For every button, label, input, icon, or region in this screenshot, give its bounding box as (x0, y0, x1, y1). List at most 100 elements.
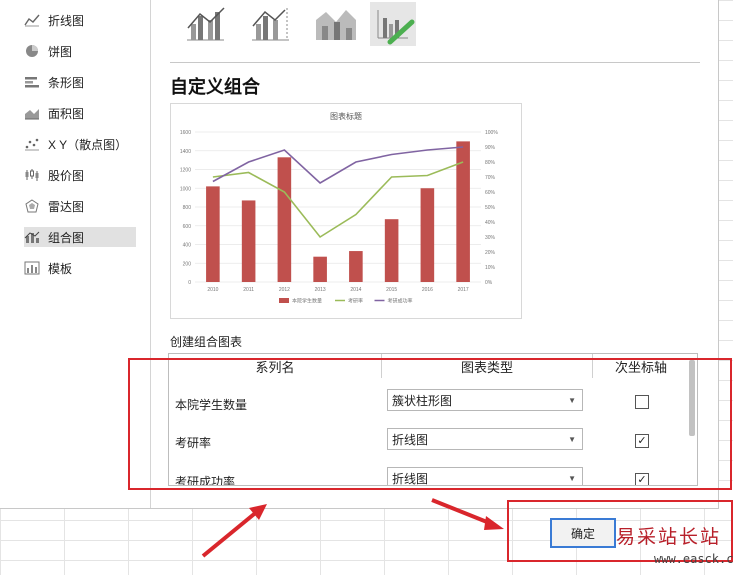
combo-chart: 图表标题 0 200 400 600 800 1000 1200 1400 1600 0% 10% 2… (180, 111, 498, 305)
y-tick-label: 1200 (180, 168, 191, 174)
combo-stacked-area-icon (316, 10, 356, 40)
series-name-exam-success: 考研成功率 (175, 475, 236, 486)
chart-preview: 图表标题 0 200 400 600 800 1000 1200 1400 1600 0% 10% 2… (170, 103, 522, 319)
chart-bar (241, 200, 256, 282)
table-scrollbar[interactable] (689, 360, 695, 436)
header-chart-type: 图表类型 (460, 359, 513, 375)
ok-button[interactable]: 确定 (550, 518, 616, 548)
x-tick-label: 2011 (243, 287, 254, 293)
y-tick-label: 1600 (180, 130, 191, 136)
radar-chart-icon (25, 199, 39, 213)
y2-tick-label: 80% (485, 160, 496, 166)
x-tick-label: 2014 (350, 287, 361, 293)
chart-type-select-exam-rate[interactable]: 折线图 ▼ (387, 428, 583, 450)
sidebar-item-pie[interactable]: 饼图 (24, 41, 136, 61)
chart-type-select-students[interactable]: 簇状柱形图 ▼ (387, 389, 583, 411)
checkmark-icon: ✓ (637, 435, 647, 447)
sidebar-item-radar[interactable]: 雷达图 (24, 196, 136, 216)
legend-swatch (279, 298, 289, 303)
sidebar-item-stock[interactable]: 股价图 (24, 165, 136, 185)
y2-tick-label: 0% (485, 280, 493, 286)
template-icon (24, 261, 40, 275)
red-arrow-icon (201, 504, 267, 558)
secondary-axis-checkbox-exam-rate[interactable]: ✓ (635, 434, 649, 448)
chart-bar (277, 157, 292, 282)
sidebar-item-label: 折线图 (48, 13, 85, 28)
select-value: 簇状柱形图 (392, 393, 453, 408)
scatter-chart-icon (25, 138, 39, 151)
chart-bar (206, 186, 220, 282)
series-table: 系列名 图表类型 次坐标轴 本院学生数量 簇状柱形图 ▼ 考研率 折线图 ▼ ✓… (168, 353, 698, 486)
divider (170, 62, 700, 63)
combo-subtype-stacked-area[interactable] (312, 2, 358, 46)
chevron-down-icon: ▼ (568, 474, 576, 483)
stock-chart-icon (25, 169, 39, 181)
combo-clustered-line-icon (187, 7, 225, 41)
x-tick-label: 2017 (458, 287, 469, 293)
sidebar-item-label: 条形图 (48, 75, 85, 90)
secondary-axis-checkbox-students[interactable] (635, 395, 649, 409)
y2-tick-label: 20% (485, 250, 496, 256)
x-tick-label: 2012 (279, 287, 290, 293)
sidebar-item-template[interactable]: 模板 (24, 258, 136, 278)
chart-title: 图表标题 (330, 111, 362, 121)
create-combo-label: 创建组合图表 (170, 335, 243, 349)
legend-label: 本院学生数量 (292, 298, 322, 305)
checkmark-icon: ✓ (637, 474, 647, 486)
chevron-down-icon: ▼ (568, 435, 576, 444)
sidebar-item-label: 模板 (48, 261, 73, 276)
x-tick-label: 2013 (315, 287, 326, 293)
chevron-down-icon: ▼ (568, 396, 576, 405)
sidebar-item-label: 面积图 (48, 106, 85, 121)
chart-bar (420, 188, 435, 282)
combo-subtype-clustered-line[interactable] (182, 2, 228, 46)
area-chart-icon (25, 109, 39, 120)
watermark-url: www.easck.com (654, 552, 733, 566)
combo-subtype-custom[interactable] (370, 2, 416, 46)
sidebar-item-area[interactable]: 面积图 (24, 103, 136, 123)
y-tick-label: 0 (188, 280, 191, 286)
sidebar-item-line[interactable]: 折线图 (24, 10, 136, 30)
x-tick-label: 2010 (207, 287, 218, 293)
chart-type-sidebar: 折线图 饼图 条形图 面积图 X Y（散点图） 股价图 雷达图 组合图 模板 (0, 0, 151, 508)
header-secondary-axis: 次坐标轴 (614, 359, 667, 375)
change-chart-type-dialog: 折线图 饼图 条形图 面积图 X Y（散点图） 股价图 雷达图 组合图 模板 自… (0, 0, 719, 509)
secondary-axis-checkbox-exam-success[interactable]: ✓ (635, 473, 649, 486)
pie-chart-icon (26, 45, 38, 57)
y-tick-label: 600 (183, 224, 192, 230)
y2-tick-label: 10% (485, 265, 496, 271)
y2-tick-label: 70% (485, 175, 496, 181)
series-name-students: 本院学生数量 (175, 398, 248, 412)
chart-bar (313, 256, 327, 282)
y2-tick-label: 50% (485, 205, 496, 211)
y-tick-label: 400 (183, 243, 192, 249)
chart-bar (349, 251, 363, 282)
combo-secondary-axis-icon (252, 8, 289, 41)
sidebar-item-scatter[interactable]: X Y（散点图） (24, 134, 136, 154)
y2-tick-label: 30% (485, 235, 496, 241)
y-tick-label: 1000 (180, 186, 191, 192)
chart-bar (384, 219, 399, 282)
y2-tick-label: 90% (485, 145, 496, 151)
chart-type-select-exam-success[interactable]: 折线图 ▼ (387, 467, 583, 486)
y-tick-label: 200 (183, 261, 192, 267)
sidebar-item-label: 组合图 (48, 230, 85, 245)
sidebar-item-label: 股价图 (48, 168, 85, 183)
sidebar-item-combo[interactable]: 组合图 (24, 227, 136, 247)
y2-tick-label: 100% (485, 130, 498, 136)
legend-label: 考研率 (348, 298, 363, 305)
combo-custom-icon (377, 10, 415, 45)
select-value: 折线图 (392, 432, 429, 447)
watermark-logo-text: 易采站长站 (616, 526, 722, 548)
red-arrow-icon (431, 498, 504, 530)
chart-axis-labels: 0 200 400 600 800 1000 1200 1400 1600 0% 10% 20% 30%… (180, 130, 498, 293)
header-series-name: 系列名 (255, 359, 295, 375)
y-tick-label: 1400 (180, 149, 191, 155)
section-title: 自定义组合 (170, 77, 260, 97)
sidebar-item-bar[interactable]: 条形图 (24, 72, 136, 92)
combo-subtype-clustered-line-secondary[interactable] (247, 2, 293, 46)
sidebar-item-label: 雷达图 (48, 199, 85, 214)
select-value: 折线图 (392, 471, 429, 486)
y2-tick-label: 40% (485, 220, 496, 226)
chart-bars (206, 141, 470, 282)
